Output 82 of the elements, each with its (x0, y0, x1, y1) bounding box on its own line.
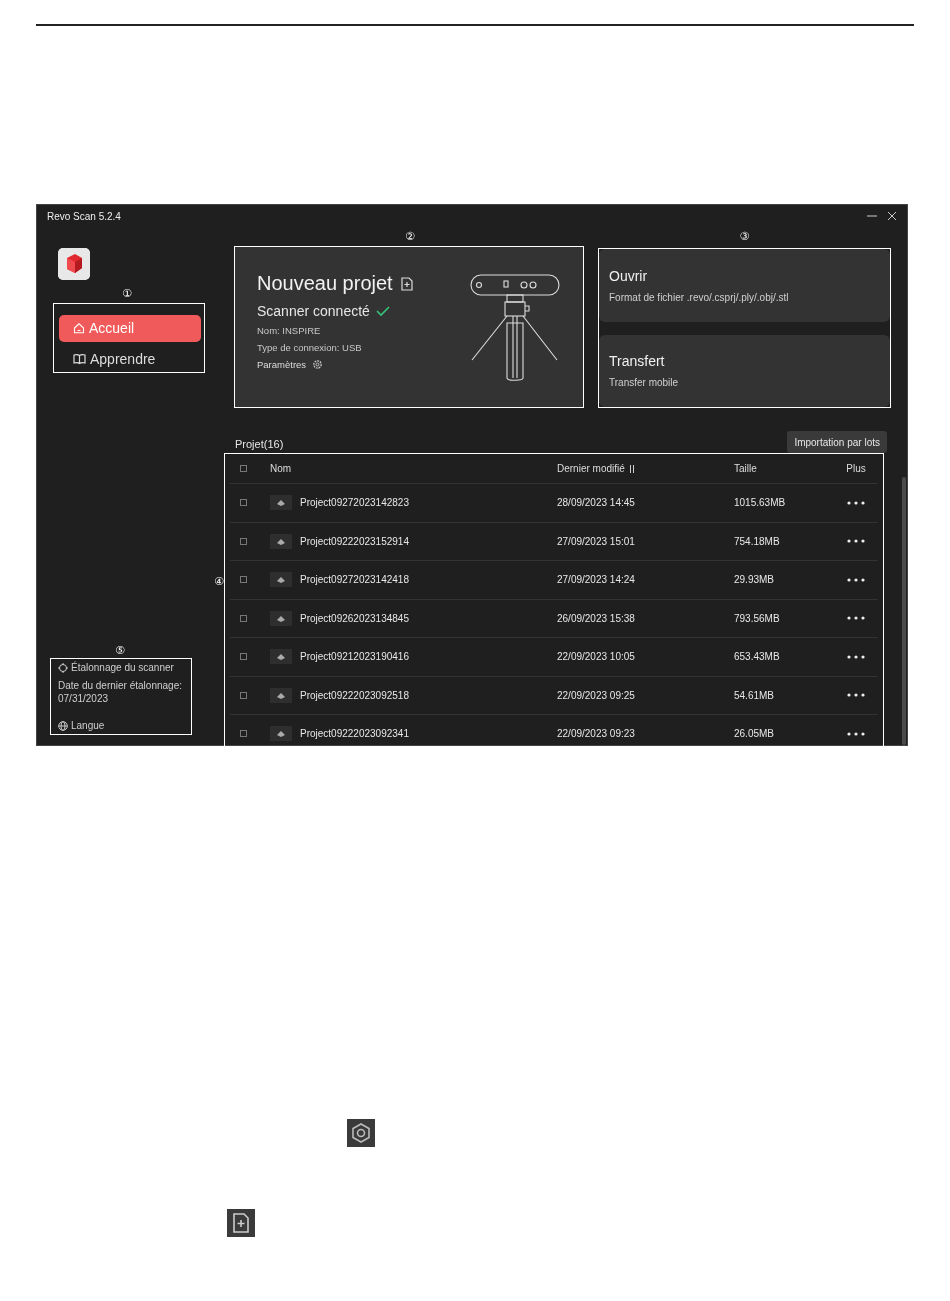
table-cell-text: 27/09/2023 14:24 (557, 574, 636, 586)
table-cell-text: 28/09/2023 14:45 (557, 497, 636, 509)
table-cell-text: 793.56MB (734, 612, 781, 624)
settings-link[interactable]: Paramètres (257, 359, 307, 370)
column-header: Nom (270, 463, 293, 474)
card-title: Ouvrir (609, 267, 649, 284)
checkbox[interactable] (240, 537, 247, 545)
new-file-icon (400, 276, 413, 291)
project-name[interactable]: Project09222023152914 (300, 535, 409, 547)
checkbox[interactable] (240, 465, 247, 472)
transfer-card[interactable]: Transfert Transfer mobile (599, 334, 890, 407)
globe-icon (58, 720, 68, 731)
thumbnail-icon (270, 726, 292, 742)
import-button[interactable]: Importation par lots (787, 431, 887, 453)
table-cell-text: 754.18MB (734, 535, 781, 547)
crosshair-icon (58, 662, 68, 673)
checkbox[interactable] (240, 576, 247, 584)
table-cell-text: 29.93MB (734, 574, 776, 586)
more-icon[interactable] (847, 731, 865, 736)
card-subtitle: Format de fichier .revo/.csprj/.ply/.obj/.stl (609, 291, 790, 303)
scanner-status: Scanner connecté (257, 303, 370, 319)
card-subtitle: Transfer mobile (609, 377, 680, 389)
callout-number: ① (121, 288, 133, 300)
table-cell-text: 26.05MB (734, 728, 776, 740)
table-cell-text: 22/09/2023 09:23 (557, 728, 636, 740)
new-project-card[interactable]: Nouveau projet Scanner connecté Nom: INSPIRE Type de connexion: USB Paramètres (234, 246, 584, 408)
table-cell-text: 653.43MB (734, 651, 781, 663)
thumbnail-icon (270, 687, 292, 703)
project-name[interactable]: Project09272023142823 (300, 497, 409, 509)
project-name[interactable]: Project09222023092341 (300, 728, 409, 740)
checkbox[interactable] (240, 614, 247, 622)
project-name[interactable]: Project09272023142418 (300, 574, 409, 586)
checkbox[interactable] (240, 499, 247, 507)
checkbox[interactable] (240, 691, 247, 699)
callout-number: ② (404, 231, 416, 243)
column-header: Plus (845, 463, 867, 474)
card-title: Nouveau projet (257, 272, 393, 295)
app-logo (58, 248, 90, 280)
section-title: Projet(16) (235, 438, 284, 450)
connection-type: Type de connexion: USB (257, 342, 363, 353)
thumbnail-icon (270, 572, 292, 588)
callout-number: ⑤ (114, 645, 126, 657)
more-icon[interactable] (847, 500, 865, 505)
more-icon[interactable] (847, 577, 865, 582)
card-title: Transfert (609, 353, 666, 370)
window-title: Revo Scan 5.2.4 (47, 210, 121, 222)
scanner-name: Nom: INSPIRE (257, 325, 322, 336)
table-cell-text: 54.61MB (734, 689, 776, 701)
calibration-link[interactable]: Étalonnage du scanner (71, 662, 174, 673)
table-cell-text: 27/09/2023 15:01 (557, 535, 636, 547)
thumbnail-icon (270, 495, 292, 511)
table-cell-text: 22/09/2023 10:05 (557, 651, 636, 663)
project-name[interactable]: Project09262023134845 (300, 612, 409, 624)
open-card[interactable]: Ouvrir Format de fichier .revo/.csprj/.ply/.obj/.stl (599, 249, 890, 322)
more-icon[interactable] (847, 654, 865, 659)
table-cell-text: 1015.63MB (734, 497, 787, 509)
project-name[interactable]: Project09222023092518 (300, 689, 409, 701)
callout-number: ③ (738, 231, 751, 243)
home-icon (73, 322, 85, 335)
sort-icon[interactable] (628, 464, 635, 473)
more-icon[interactable] (847, 539, 865, 544)
table-cell-text: 26/09/2023 15:38 (557, 612, 636, 624)
thumbnail-icon (270, 610, 292, 626)
book-icon (73, 352, 86, 365)
settings-icon[interactable] (312, 359, 324, 370)
calibration-date: 07/31/2023 (58, 693, 110, 704)
calibration-label: Date du dernier étalonnage: (58, 679, 183, 693)
scrollbar[interactable] (902, 477, 906, 745)
checkbox[interactable] (240, 730, 247, 738)
callout-number: ④ (214, 576, 224, 588)
nav-item[interactable]: Apprendre (59, 345, 201, 372)
thumbnail-icon (270, 649, 292, 665)
column-header[interactable]: Dernier modifié (557, 463, 625, 474)
more-icon[interactable] (847, 616, 865, 621)
column-header: Taille (734, 463, 758, 474)
thumbnail-icon (270, 533, 292, 549)
project-name[interactable]: Project09212023190416 (300, 651, 409, 663)
more-icon[interactable] (847, 693, 865, 698)
language-link[interactable]: Langue (71, 720, 105, 731)
table-cell-text: 22/09/2023 09:25 (557, 689, 636, 701)
checkbox[interactable] (240, 653, 247, 661)
close-icon[interactable] (887, 211, 897, 221)
